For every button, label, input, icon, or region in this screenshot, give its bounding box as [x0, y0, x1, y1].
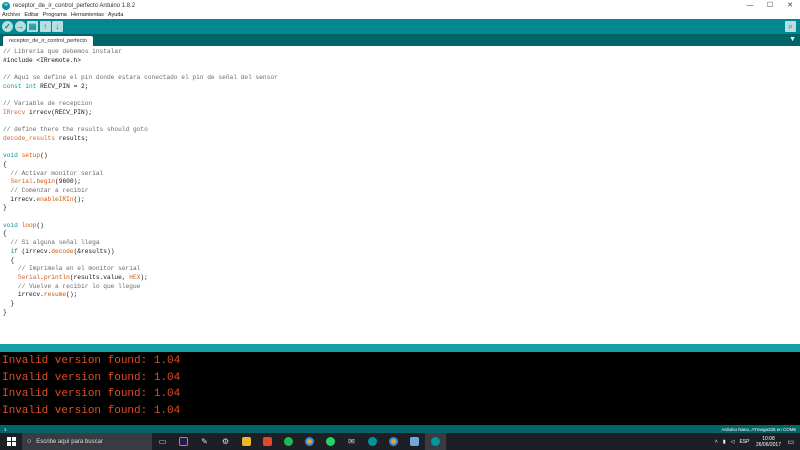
clock[interactable]: 10:08 26/06/2017 — [756, 436, 781, 448]
code-line[interactable] — [3, 144, 800, 153]
language-indicator[interactable]: ESP — [739, 439, 749, 445]
menu-programa[interactable]: Programa — [43, 12, 67, 18]
code-line[interactable]: void loop() — [3, 222, 800, 231]
upload-button[interactable]: → — [14, 21, 26, 32]
toolbar: ✓ → ▤ ↑ ↓ ⌕ — [0, 19, 800, 34]
notifications-icon[interactable]: ▭ — [788, 438, 798, 446]
code-editor[interactable]: // Libreria que debemos instalar #include… — [0, 46, 800, 344]
network-icon[interactable]: ▮ — [723, 439, 726, 445]
title-bar: ∞ receptor_de_ir_control_perfecto Arduin… — [0, 0, 800, 11]
code-line[interactable]: decode_results results; — [3, 135, 800, 144]
code-line[interactable]: const int RECV_PIN = 2; — [3, 83, 800, 92]
clock-date: 26/06/2017 — [755, 441, 781, 448]
code-line[interactable]: // Imprimela en el monitor serial — [3, 265, 800, 274]
photos-icon[interactable] — [404, 433, 425, 450]
line-number: 1 — [4, 426, 7, 432]
media-player-icon[interactable] — [257, 433, 278, 450]
code-line[interactable]: // Si alguna señal llega — [3, 239, 800, 248]
code-line[interactable]: // Vuelve a recibir lo que llegue — [3, 283, 800, 292]
code-line[interactable]: } — [3, 309, 800, 318]
windows-taskbar: ○ Escribe aquí para buscar ▭ ✎ ⚙ ✉ ˄ ▮ ◁… — [0, 433, 800, 450]
verify-button[interactable]: ✓ — [2, 21, 13, 32]
code-line[interactable] — [3, 65, 800, 74]
system-tray: ˄ ▮ ◁ ESP 10:08 26/06/2017 ▭ — [712, 433, 800, 450]
board-info: Arduino Nano, ATmega328 en COM5 — [721, 426, 796, 432]
arduino-logo-icon: ∞ — [2, 1, 10, 10]
code-line[interactable]: { — [3, 161, 800, 170]
search-icon: ○ — [27, 438, 32, 445]
arduino-active-icon[interactable] — [425, 433, 446, 450]
code-line[interactable]: { — [3, 230, 800, 239]
code-line[interactable]: } — [3, 300, 800, 309]
chrome-icon[interactable] — [299, 433, 320, 450]
console-line: Invalid version found: 1.04 — [2, 371, 181, 384]
code-line[interactable]: Serial.println(results.value, HEX); — [3, 274, 800, 283]
pen-tool-icon[interactable]: ✎ — [194, 433, 215, 450]
window-title: receptor_de_ir_control_perfecto Arduino … — [13, 2, 136, 9]
settings-icon[interactable]: ⚙ — [215, 433, 236, 450]
status-bar: 1 Arduino Nano, ATmega328 en COM5 — [0, 425, 800, 433]
close-button[interactable]: ✕ — [780, 0, 800, 11]
editor-console-divider[interactable] — [0, 344, 800, 352]
code-line[interactable] — [3, 118, 800, 127]
new-sketch-button[interactable]: ▤ — [27, 21, 38, 32]
tab-sketch[interactable]: receptor_de_ir_control_perfecto — [3, 36, 93, 46]
code-line[interactable] — [3, 91, 800, 100]
tab-bar: receptor_de_ir_control_perfecto ▼ — [0, 34, 800, 46]
console-line: Invalid version found: 1.04 — [2, 388, 181, 400]
tray-chevron-icon[interactable]: ˄ — [715, 439, 718, 445]
premiere-icon[interactable] — [173, 433, 194, 450]
chrome-icon-2[interactable] — [383, 433, 404, 450]
minimize-button[interactable]: — — [740, 0, 760, 11]
code-line[interactable]: // Variable de recepcion — [3, 100, 800, 109]
code-line[interactable]: { — [3, 257, 800, 266]
code-line[interactable]: // Comenzar a recibir — [3, 187, 800, 196]
code-line[interactable]: if (irrecv.decode(&results)) — [3, 248, 800, 257]
code-line[interactable]: // define there the results should goto — [3, 126, 800, 135]
console-line: Invalid version found: 1.04 — [2, 355, 181, 367]
code-line[interactable]: irrecv.resume(); — [3, 291, 800, 300]
code-line[interactable]: irrecv.enableIRIn(); — [3, 196, 800, 205]
tab-menu-icon[interactable]: ▼ — [789, 35, 796, 45]
start-button[interactable] — [0, 433, 22, 450]
code-line[interactable]: void setup() — [3, 152, 800, 161]
menu-archivo[interactable]: Archivo — [2, 12, 20, 18]
save-button[interactable]: ↓ — [52, 21, 63, 32]
console-output: Invalid version found: 1.04 Invalid versi… — [0, 352, 800, 425]
spotify-icon[interactable] — [278, 433, 299, 450]
file-explorer-icon[interactable] — [236, 433, 257, 450]
search-placeholder: Escribe aquí para buscar — [36, 438, 103, 445]
menu-bar: Archivo Editar Programa Herramientas Ayu… — [0, 11, 800, 19]
taskbar-search[interactable]: ○ Escribe aquí para buscar — [22, 433, 152, 450]
code-line[interactable]: } — [3, 204, 800, 213]
volume-icon[interactable]: ◁ — [731, 439, 735, 445]
code-line[interactable]: // Aqui se define el pin donde estara co… — [3, 74, 800, 83]
code-line[interactable]: Serial.begin(9600); — [3, 178, 800, 187]
code-line[interactable]: // Activar monitor serial — [3, 170, 800, 179]
mail-icon[interactable]: ✉ — [341, 433, 362, 450]
whatsapp-icon[interactable] — [320, 433, 341, 450]
menu-herramientas[interactable]: Herramientas — [71, 12, 104, 18]
code-line[interactable]: #include <IRremote.h> — [3, 57, 800, 66]
open-button[interactable]: ↑ — [39, 21, 51, 32]
menu-ayuda[interactable]: Ayuda — [108, 12, 124, 18]
maximize-button[interactable]: ☐ — [760, 0, 780, 11]
serial-monitor-button[interactable]: ⌕ — [785, 21, 796, 32]
code-line[interactable]: IRrecv irrecv(RECV_PIN); — [3, 109, 800, 118]
menu-editar[interactable]: Editar — [24, 12, 38, 18]
code-line[interactable]: // Libreria que debemos instalar — [3, 48, 800, 57]
arduino-task-icon[interactable] — [362, 433, 383, 450]
task-view-icon[interactable]: ▭ — [152, 433, 173, 450]
code-line[interactable] — [3, 213, 800, 222]
console-line: Invalid version found: 1.04 — [2, 404, 181, 417]
windows-logo-icon — [6, 437, 16, 446]
